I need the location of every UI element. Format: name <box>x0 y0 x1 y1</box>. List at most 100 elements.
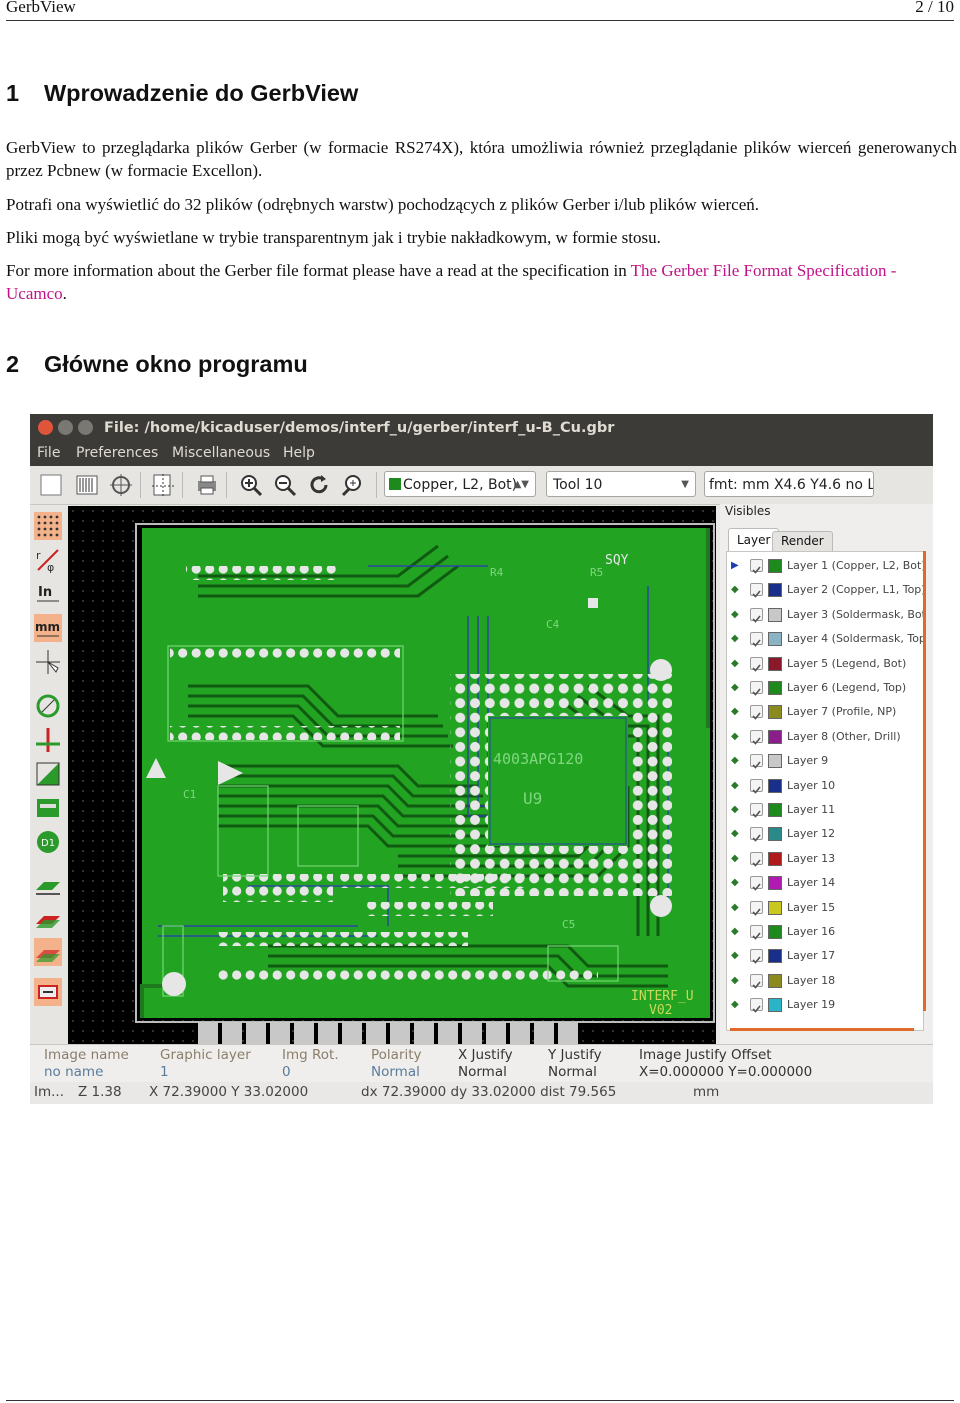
layer-color-swatch[interactable] <box>768 705 782 720</box>
zoom-in-icon[interactable] <box>238 472 264 498</box>
layer-color-swatch[interactable] <box>768 778 782 793</box>
check-icon <box>752 810 761 818</box>
menu-file[interactable]: File <box>37 445 60 461</box>
layer-list-hscrollbar[interactable] <box>730 1028 914 1031</box>
tab-render[interactable]: Render <box>772 531 833 551</box>
layer-row[interactable]: ◆ Layer 12 <box>727 822 923 846</box>
layer-visible-checkbox[interactable] <box>750 803 763 818</box>
layer-visible-checkbox[interactable] <box>750 851 763 867</box>
layer-marker-icon: ◆ <box>731 657 739 669</box>
layer-row[interactable]: ◆ Layer 16 <box>727 920 923 944</box>
layer-visible-checkbox[interactable] <box>750 754 763 769</box>
layer-color-swatch[interactable] <box>768 851 782 866</box>
layer-marker-icon: ◆ <box>731 852 739 864</box>
layer-row[interactable]: ◆ Layer 13 <box>727 847 923 871</box>
polar-coords-icon[interactable]: rφ <box>34 546 62 574</box>
layer-color-swatch[interactable] <box>768 656 782 671</box>
lines-sketch-icon[interactable] <box>34 726 62 754</box>
layer-visible-checkbox[interactable] <box>750 949 763 965</box>
layer-row[interactable]: ◆ Layer 14 <box>727 871 923 895</box>
menu-help[interactable]: Help <box>283 445 315 461</box>
layer-color-swatch[interactable] <box>768 876 782 891</box>
layer-color-swatch[interactable] <box>768 973 782 988</box>
flashed-items-sketch-icon[interactable] <box>34 692 62 720</box>
layer-visible-checkbox[interactable] <box>750 656 763 672</box>
layers-transparent-icon[interactable] <box>34 938 62 966</box>
layer-row[interactable]: ▶ Layer 1 (Copper, L2, Bot) <box>727 554 923 578</box>
layer-color-swatch[interactable] <box>768 729 782 744</box>
grid-icon[interactable] <box>34 512 62 540</box>
layer-visible-checkbox[interactable] <box>750 925 763 940</box>
layer-manager-icon[interactable] <box>34 978 62 1006</box>
layer-list-scrollbar[interactable] <box>923 551 926 1011</box>
layer-visible-checkbox[interactable] <box>750 827 763 843</box>
layer-color-swatch[interactable] <box>768 754 782 769</box>
layer-color-swatch[interactable] <box>768 583 782 598</box>
layer-row[interactable]: ◆ Layer 15 <box>727 896 923 920</box>
layer-row[interactable]: ◆ Layer 5 (Legend, Bot) <box>727 652 923 676</box>
clear-layers-icon[interactable] <box>38 472 64 498</box>
open-gerber-icon[interactable] <box>74 472 100 498</box>
layer-color-swatch[interactable] <box>768 559 782 573</box>
layer-marker-icon: ◆ <box>731 706 739 718</box>
minimize-window-icon[interactable] <box>58 420 73 435</box>
visibles-panel: Visibles Layer Render ▶ Layer 1 (Copper, … <box>720 504 933 1044</box>
zoom-out-icon[interactable] <box>272 472 298 498</box>
layer-row[interactable]: ◆ Layer 10 <box>727 774 923 798</box>
tool-select[interactable]: Tool 10 ▼ <box>546 471 696 497</box>
zoom-fit-icon[interactable] <box>340 472 366 498</box>
layer-row[interactable]: ◆ Layer 3 (Soldermask, Bot) <box>727 603 923 627</box>
layer-color-swatch[interactable] <box>768 803 782 817</box>
layer-color-swatch[interactable] <box>768 827 782 842</box>
layer-visible-checkbox[interactable] <box>750 729 763 745</box>
layer-visible-checkbox[interactable] <box>750 632 763 647</box>
layer-color-swatch[interactable] <box>768 607 782 622</box>
pcb-sqy-label: SQY <box>605 553 629 568</box>
close-window-icon[interactable] <box>38 420 53 435</box>
layer-color-swatch[interactable] <box>768 632 782 647</box>
units-mm-icon[interactable]: mm <box>34 614 62 642</box>
layer-visible-checkbox[interactable] <box>750 778 763 794</box>
negative-objects-icon[interactable] <box>34 794 62 822</box>
layer-visible-checkbox[interactable] <box>750 900 763 916</box>
layer-row[interactable]: ◆ Layer 19 <box>727 993 923 1017</box>
layers-normal-icon[interactable] <box>34 870 62 898</box>
layer-color-swatch[interactable] <box>768 900 782 915</box>
layer-visible-checkbox[interactable] <box>750 607 763 623</box>
layer-row[interactable]: ◆ Layer 18 <box>727 969 923 993</box>
sheet-settings-icon[interactable] <box>150 472 176 498</box>
layer-visible-checkbox[interactable] <box>750 973 763 989</box>
units-inch-icon[interactable]: In <box>34 580 62 608</box>
cursor-shape-icon[interactable] <box>34 648 62 676</box>
layer-visible-checkbox[interactable] <box>750 559 763 574</box>
redraw-icon[interactable] <box>306 472 332 498</box>
layer-label: Layer 2 (Copper, L1, Top) <box>787 583 924 597</box>
layer-color-swatch[interactable] <box>768 949 782 964</box>
layer-visible-checkbox[interactable] <box>750 681 763 696</box>
print-icon[interactable] <box>194 472 220 498</box>
layer-row[interactable]: ◆ Layer 8 (Other, Drill) <box>727 725 923 749</box>
polygons-sketch-icon[interactable] <box>34 760 62 788</box>
menu-preferences[interactable]: Preferences <box>76 445 158 461</box>
layer-row[interactable]: ◆ Layer 11 <box>727 798 923 822</box>
layer-row[interactable]: ◆ Layer 2 (Copper, L1, Top) <box>727 578 923 602</box>
menu-miscellaneous[interactable]: Miscellaneous <box>172 445 270 461</box>
maximize-window-icon[interactable] <box>78 420 93 435</box>
layer-visible-checkbox[interactable] <box>750 705 763 721</box>
layer-row[interactable]: ◆ Layer 4 (Soldermask, Top) <box>727 627 923 651</box>
layer-color-swatch[interactable] <box>768 998 782 1013</box>
layer-color-swatch[interactable] <box>768 925 782 939</box>
layer-visible-checkbox[interactable] <box>750 583 763 599</box>
layer-color-swatch[interactable] <box>768 681 782 695</box>
open-drill-icon[interactable] <box>108 472 134 498</box>
layer-visible-checkbox[interactable] <box>750 998 763 1013</box>
layer-row[interactable]: ◆ Layer 9 <box>727 749 923 773</box>
layer-row[interactable]: ◆ Layer 6 (Legend, Top) <box>727 676 923 700</box>
layer-row[interactable]: ◆ Layer 7 (Profile, NP) <box>727 700 923 724</box>
layers-stacked-icon[interactable] <box>34 904 62 932</box>
pcb-canvas[interactable]: 4003APG120 U9 INTERF_U V02 SQY C1 C4 C5 … <box>68 506 716 1044</box>
layer-row[interactable]: ◆ Layer 17 <box>727 944 923 968</box>
layer-visible-checkbox[interactable] <box>750 876 763 891</box>
layer-select[interactable]: Copper, L2, Bot) ▲▼ <box>384 471 536 497</box>
dcodes-icon[interactable]: D1 <box>34 828 62 856</box>
